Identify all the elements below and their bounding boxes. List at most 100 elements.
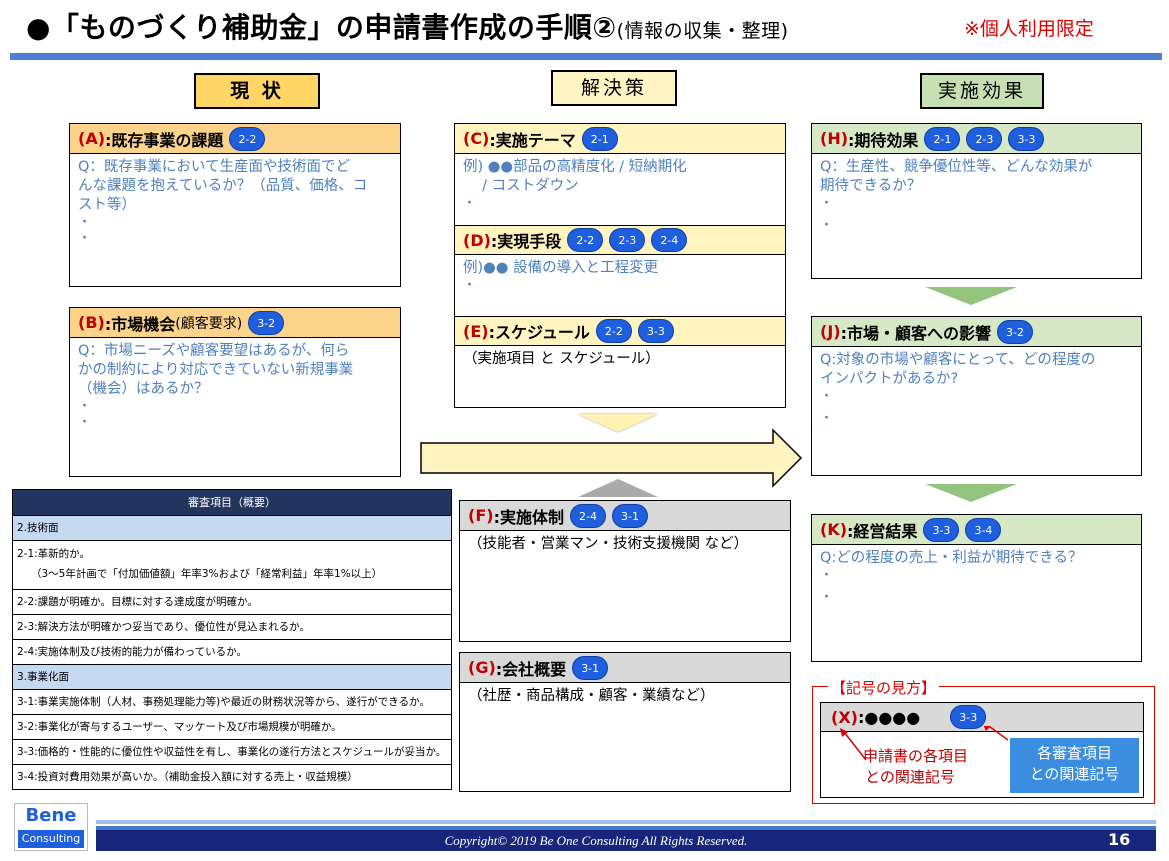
question-line: んな課題を抱えているか？（品質、価格、コ (78, 178, 368, 194)
box-f-title: :実施体制 (493, 507, 564, 527)
review-badge: 2-4 (651, 228, 688, 252)
review-badge: 2-4 (569, 503, 606, 528)
box-g-company-overview: (G):会社概要 3-1 （社歴・商品構成・顧客・業績など） (459, 652, 791, 792)
box-d-body: 例)●● 設備の導入と工程変更 ・ (455, 255, 785, 316)
example-line: / コストダウン (463, 178, 579, 194)
box-d-header: (D):実現手段 2-2 2-3 2-4 (455, 225, 785, 255)
bullet: ・ (78, 399, 92, 414)
bullet: ・ (78, 415, 92, 430)
box-c-header: (C):実施テーマ 2-1 (455, 124, 785, 154)
box-k-letter: (K) (820, 520, 848, 539)
review-badge: 2-1 (924, 126, 961, 151)
review-item: 2-4:実施体制及び技術的能力が備わっているか。 (13, 639, 451, 664)
structure-line: （技能者・営業マン・技術支援機関 など） (468, 536, 749, 552)
legend-sample-title: :●●●● (857, 707, 921, 727)
review-badge: 3-1 (611, 503, 648, 528)
box-a-letter: (A) (78, 129, 106, 148)
box-h-body: Q：生産性、競争優位性等、どんな効果が 期待できるか？ ・ ・ (812, 154, 1141, 238)
question-line: Q：生産性、競争優位性等、どんな効果が (820, 159, 1093, 175)
box-c-letter: (C) (463, 129, 490, 148)
bullet: ・ (820, 196, 834, 211)
legend-letter: (X) (831, 707, 858, 727)
box-k-body: Q:どの程度の売上・利益が期待できる？ ・ ・ (812, 545, 1141, 610)
box-j-market-impact: (J):市場・顧客への影響 3-2 Q:対象の市場や顧客にとって、どの程度の イ… (811, 316, 1142, 476)
legend-note-line: 各審査項目 (1036, 744, 1112, 762)
box-k-business-results: (K):経営結果 3-3 3-4 Q:どの程度の売上・利益が期待できる？ ・ ・ (811, 514, 1142, 662)
question-line: かの制約により対応できていない新規事業 (78, 362, 354, 378)
column-header-effect: 実施効果 (920, 73, 1044, 109)
copyright-text: Copyright© 2019 Be One Consulting All Ri… (444, 833, 748, 848)
review-item: 3-4:投資対費用効果が高いか。（補助金投入額に対する売上・収益規模） (13, 764, 451, 789)
review-item: 2-2:課題が明確か。目標に対する達成度が明確か。 (13, 589, 451, 614)
box-c-body: 例) ●●部品の高精度化 / 短納期化 / コストダウン ・ (455, 154, 785, 225)
question-line: Q：市場ニーズや顧客要望はあるが、何ら (78, 343, 350, 359)
question-line: インパクトがあるか? (820, 371, 959, 387)
bullet: ・ (820, 411, 834, 426)
logo-text-bottom: Consulting (18, 830, 84, 848)
question-line: （機会）はあるか？ (78, 381, 209, 397)
review-item-text: 2-1:革新的か。 (17, 548, 90, 560)
box-h-expected-effects: (H):期待効果 2-1 2-3 3-3 Q：生産性、競争優位性等、どんな効果が… (811, 123, 1142, 279)
arrow-down-green (925, 484, 1017, 502)
box-g-header: (G):会社概要 3-1 (460, 653, 790, 683)
box-b-market-opportunity: (B):市場機会 (顧客要求) 3-2 Q：市場ニーズや顧客要望はあるが、何ら か… (69, 307, 401, 477)
legend-note-line: 申請書の各項目 (863, 747, 969, 765)
review-badge: 3-2 (248, 310, 285, 335)
review-badge: 3-3 (1008, 126, 1045, 151)
page-title-main: ●「ものづくり補助金」の申請書作成の手順② (26, 11, 617, 44)
box-j-header: (J):市場・顧客への影響 3-2 (812, 317, 1141, 347)
personal-use-notice: ※個人利用限定 (964, 18, 1094, 40)
question-line: スト等） (78, 197, 136, 213)
review-item: 3-3:価格的・性能的に優位性や収益性を有し、事業化の遂行方法とスケジュールが妥… (13, 739, 451, 764)
arrow-down-green (925, 287, 1017, 305)
review-badge: 2-3 (966, 126, 1003, 151)
box-f-letter: (F) (468, 506, 494, 525)
legend-note-application: 申請書の各項目 との関連記号 (863, 746, 968, 788)
bullet: ・ (820, 218, 834, 233)
logo-text-top: Bene (25, 805, 77, 826)
review-item: 2-1:革新的か。 （3～5年計画で「付加価値額」年率3%および「経常利益」年率… (13, 540, 451, 589)
bullet: ・ (463, 278, 477, 293)
box-h-title: :期待効果 (848, 130, 919, 150)
box-e-letter: (E) (463, 321, 489, 341)
box-c-title: :実施テーマ (489, 130, 576, 150)
question-line: 期待できるか？ (820, 178, 922, 194)
box-j-letter: (J) (820, 322, 841, 341)
bullet: ・ (820, 568, 834, 583)
review-items-table: 審査項目（概要） 2.技術面 2-1:革新的か。 （3～5年計画で「付加価値額」… (12, 489, 452, 790)
box-j-title: :市場・顧客への影響 (840, 323, 991, 343)
review-table-header: 審査項目（概要） (13, 490, 451, 515)
bene-consulting-logo: Bene Consulting (14, 803, 88, 851)
question-line: Q:どの程度の売上・利益が期待できる？ (820, 550, 1083, 566)
solution-stack: (C):実施テーマ 2-1 例) ●●部品の高精度化 / 短納期化 / コストダ… (454, 123, 786, 408)
review-badge: 2-3 (609, 228, 646, 252)
review-item-note: （3～5年計画で「付加価値額」年率3%および「経常利益」年率1%以上） (31, 568, 383, 580)
question-line: Q:対象の市場や顧客にとって、どの程度の (820, 352, 1096, 368)
legend-note-line: との関連記号 (1029, 765, 1120, 783)
box-e-title: :スケジュール (488, 323, 590, 342)
box-d-title: :実現手段 (490, 232, 562, 251)
legend-note-review: 各審査項目 との関連記号 (1010, 738, 1139, 793)
review-item: 3-1:事業実施体制（人材、事務処理能力等)や最近の財務状況等から、遂行ができる… (13, 689, 451, 714)
bullet: ・ (820, 389, 834, 404)
box-a-body: Q：既存事業において生産面や技術面でど んな課題を抱えているか？（品質、価格、コ… (70, 154, 400, 251)
footer-line-light (96, 820, 1156, 824)
page-title: ●「ものづくり補助金」の申請書作成の手順②(情報の収集・整理) (26, 6, 788, 46)
box-h-header: (H):期待効果 2-1 2-3 3-3 (812, 124, 1141, 154)
box-a-existing-issues: (A):既存事業の課題 2-2 Q：既存事業において生産面や技術面でど んな課題… (69, 123, 401, 287)
bullet: ・ (820, 590, 834, 605)
review-section-commercialization: 3.事業化面 (13, 664, 451, 689)
box-b-header: (B):市場機会 (顧客要求) 3-2 (70, 308, 400, 338)
column-header-solution: 解決策 (551, 70, 677, 106)
box-b-paren: (顧客要求) (175, 315, 243, 332)
schedule-line: （実施項目 と スケジュール） (463, 351, 660, 367)
page-number: 16 (1108, 830, 1131, 849)
box-e-header: (E):スケジュール 2-2 3-3 (455, 316, 785, 346)
box-g-letter: (G) (468, 658, 496, 677)
box-a-header: (A):既存事業の課題 2-2 (70, 124, 400, 154)
review-badge: 3-2 (996, 319, 1033, 344)
review-badge: 3-4 (965, 517, 1002, 542)
review-badge: 3-3 (923, 517, 960, 542)
review-item: 3-2:事業化が寄与するユーザー、マッケート及び市場規模が明確か。 (13, 714, 451, 739)
legend-note-line: との関連記号 (865, 768, 955, 786)
